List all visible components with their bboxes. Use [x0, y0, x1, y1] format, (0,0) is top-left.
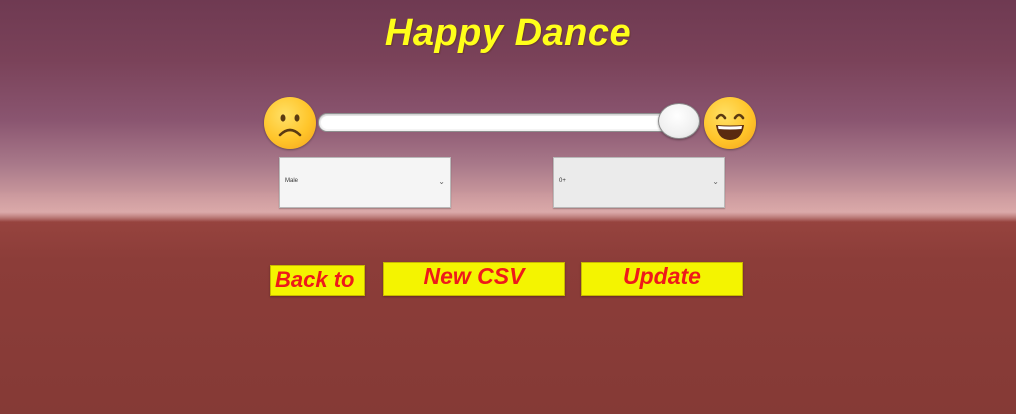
- age-dropdown[interactable]: 0+ ⌄: [553, 157, 725, 208]
- mood-slider[interactable]: [318, 113, 700, 132]
- update-button[interactable]: Update: [581, 262, 743, 296]
- new-csv-button[interactable]: New CSV: [383, 262, 565, 296]
- chevron-down-icon: ⌄: [712, 177, 719, 186]
- mood-slider-handle[interactable]: [658, 103, 700, 139]
- frowning-face-icon: [264, 97, 316, 149]
- gender-dropdown-value: Male: [285, 178, 299, 184]
- back-button[interactable]: Back to: [270, 265, 365, 296]
- grinning-face-icon: [704, 97, 756, 149]
- gender-dropdown[interactable]: Male ⌄: [279, 157, 451, 208]
- horizon-glow: [0, 190, 1016, 222]
- age-dropdown-value: 0+: [559, 178, 566, 184]
- chevron-down-icon: ⌄: [438, 177, 445, 186]
- page-title: Happy Dance: [384, 12, 632, 54]
- mood-slider-fill: [321, 116, 679, 129]
